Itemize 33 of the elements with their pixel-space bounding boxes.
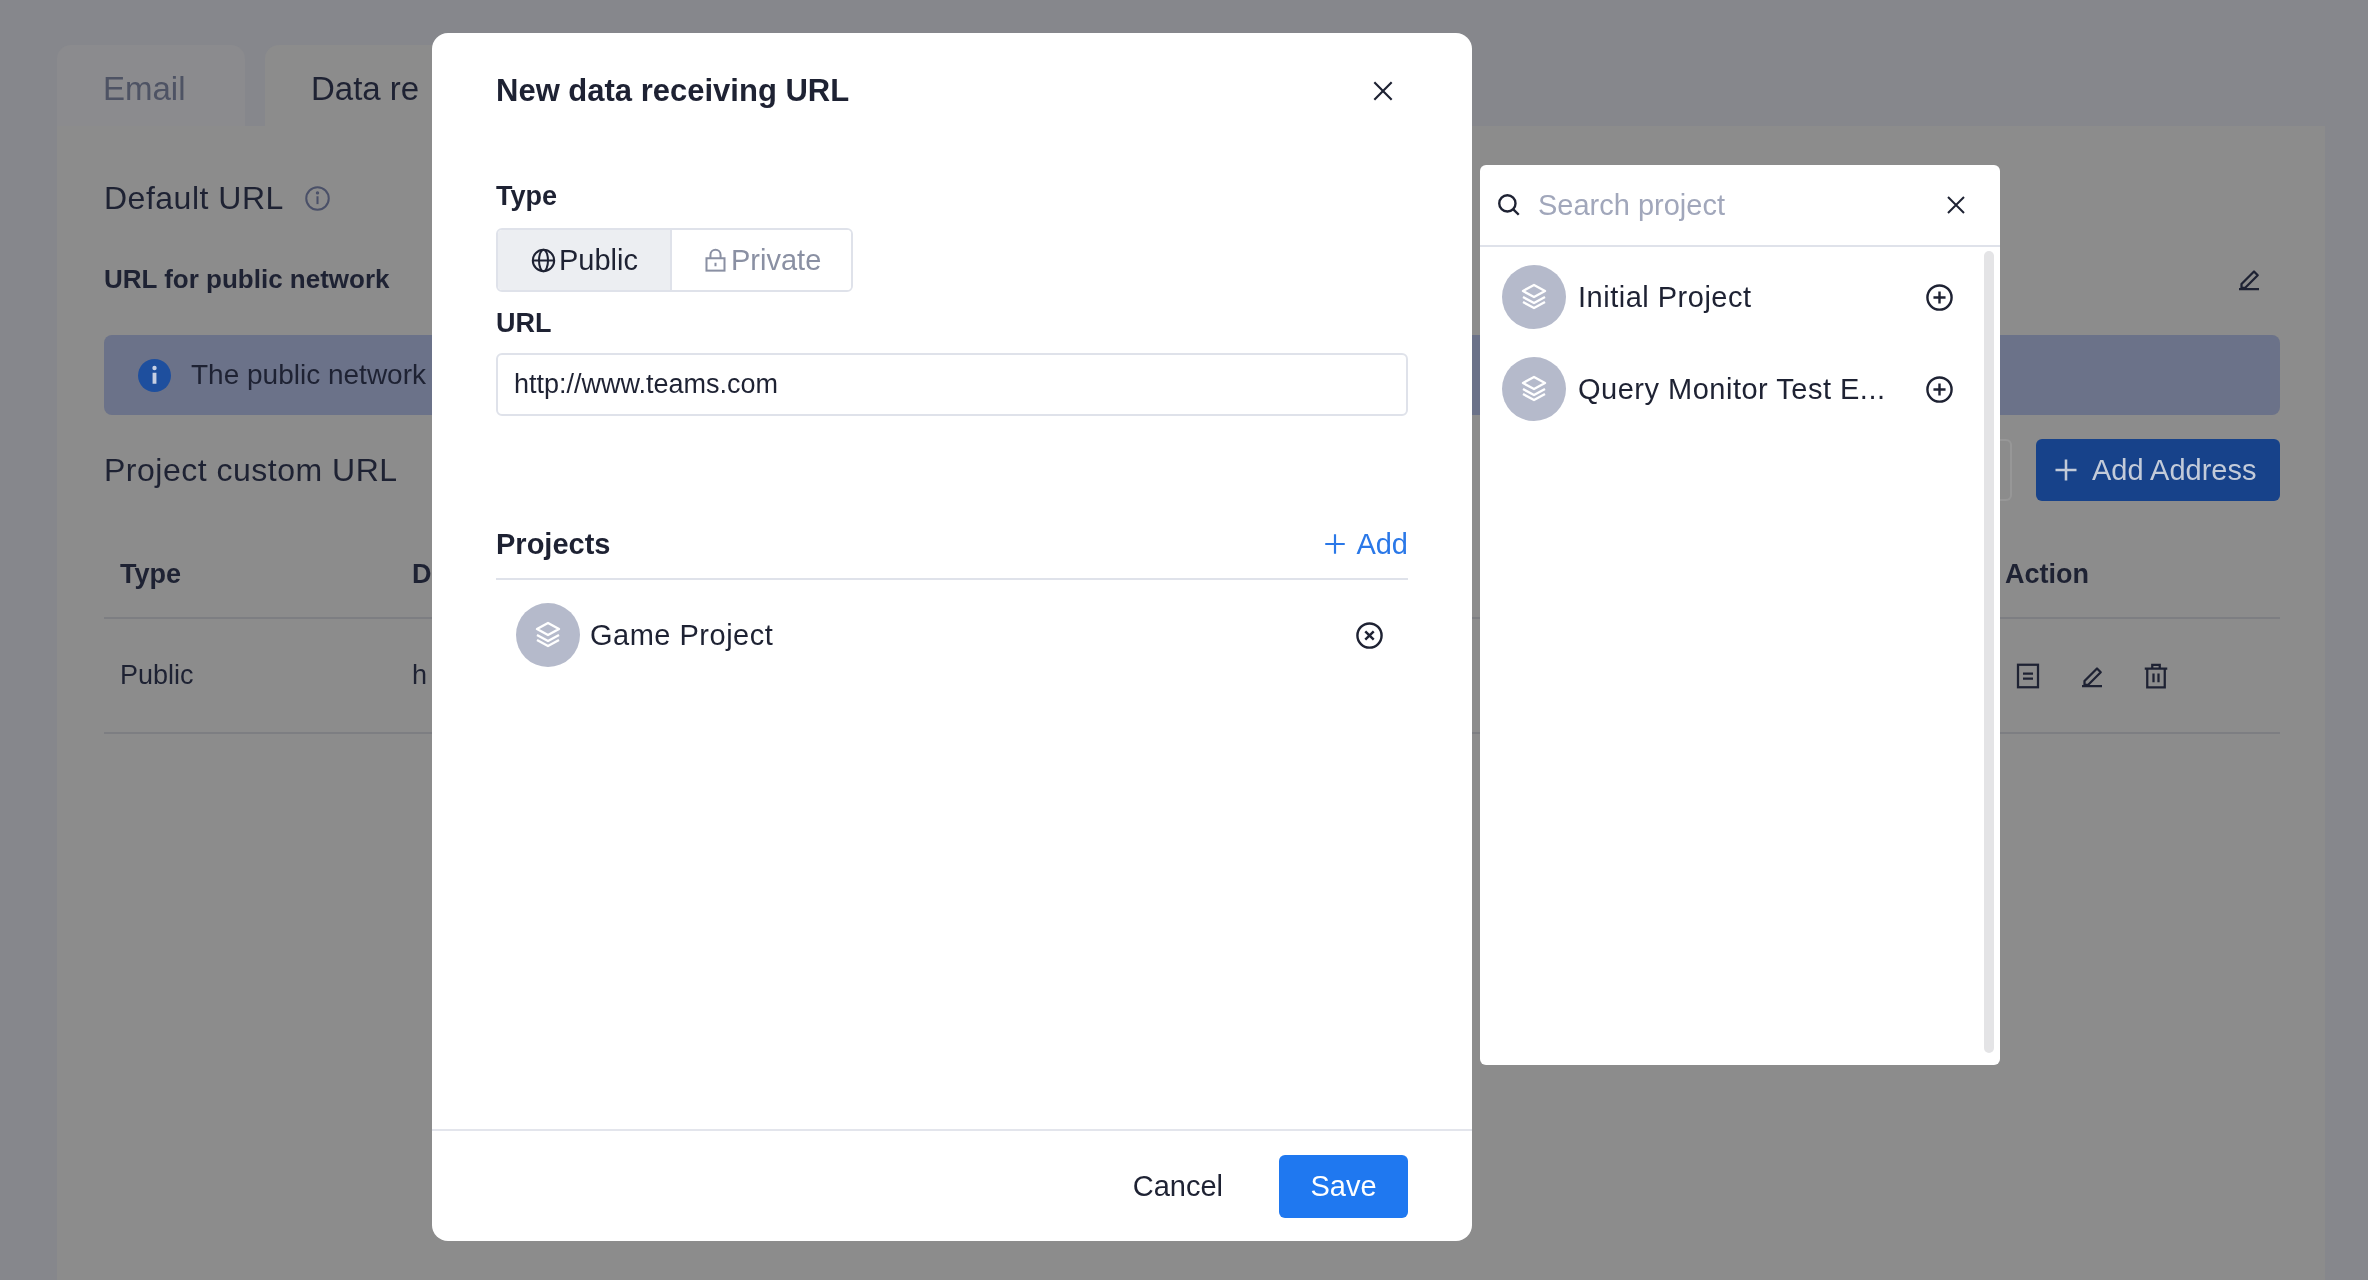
column-header: Action	[2005, 558, 2089, 590]
save-button[interactable]: Save	[1279, 1154, 1408, 1218]
project-name[interactable]: Initial Project	[1578, 280, 1925, 314]
remove-icon[interactable]	[1355, 620, 1384, 650]
project-name: Game Project	[590, 618, 775, 652]
add-icon[interactable]	[1925, 374, 1954, 404]
field-label: URL	[496, 308, 552, 339]
section-title: Project custom URL	[104, 451, 398, 489]
field-label: URL for public network	[104, 263, 390, 295]
search-icon	[1496, 192, 1522, 218]
layers-icon	[1502, 265, 1566, 329]
table-cell: h	[412, 660, 428, 691]
globe-icon	[530, 246, 557, 274]
field-label: Type	[496, 181, 557, 212]
layers-icon	[516, 603, 580, 667]
notice-text: The public network	[191, 359, 426, 391]
scrollbar[interactable]	[1984, 251, 1994, 1053]
table-cell: Public	[120, 660, 194, 691]
add-icon[interactable]	[1925, 282, 1954, 312]
type-option[interactable]: Private	[670, 230, 852, 290]
column-header: Type	[120, 558, 181, 590]
add-address-button[interactable]: Add Address	[2036, 439, 2280, 501]
lock-icon	[702, 246, 729, 274]
type-option[interactable]: Public	[498, 230, 670, 290]
section-title: Projects	[496, 527, 611, 561]
column-header: D	[412, 558, 432, 590]
info-icon	[138, 358, 171, 392]
layers-icon	[1502, 357, 1566, 421]
add-link[interactable]: Add	[1322, 527, 1408, 561]
url-field[interactable]: http://www.teams.com	[496, 353, 1408, 416]
section-title: Default URL	[104, 179, 284, 217]
project-name[interactable]: Query Monitor Test E...	[1578, 372, 1925, 406]
cancel-button[interactable]: Cancel	[1116, 1159, 1239, 1213]
